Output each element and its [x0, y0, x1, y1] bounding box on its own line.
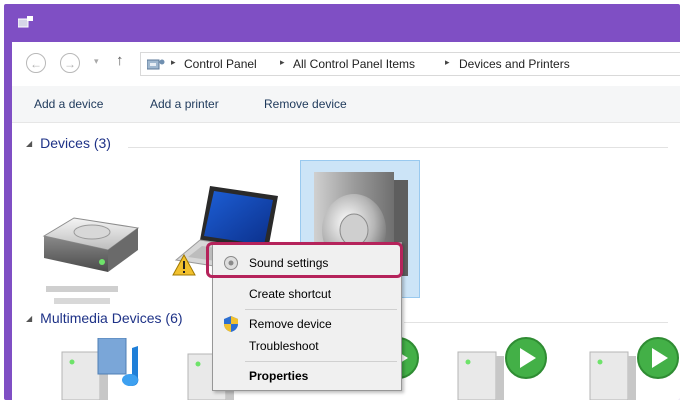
breadcrumb-control-panel[interactable]: Control Panel: [184, 57, 257, 71]
menu-item-remove-device[interactable]: Remove device: [249, 317, 332, 331]
chevron-right-icon: ▸: [445, 57, 450, 67]
breadcrumb-all-items[interactable]: All Control Panel Items: [293, 57, 415, 71]
group-header-multimedia[interactable]: ◢ Multimedia Devices (6): [26, 310, 183, 326]
warning-icon: [172, 254, 196, 276]
group-label: Multimedia Devices (6): [40, 310, 183, 326]
group-divider: [128, 147, 668, 148]
menu-item-create-shortcut[interactable]: Create shortcut: [249, 287, 331, 301]
remove-device-button[interactable]: Remove device: [264, 97, 347, 111]
address-row: ← → ▾ ↑ ▸ Control Panel ▸ All Control Pa…: [12, 42, 680, 86]
shield-icon: [224, 316, 238, 332]
chevron-right-icon: ▸: [280, 57, 285, 67]
control-panel-icon: [147, 59, 165, 70]
recent-locations-icon[interactable]: ▾: [94, 56, 99, 67]
breadcrumb-devices-printers[interactable]: Devices and Printers: [459, 57, 570, 71]
command-bar: Add a device Add a printer Remove device: [12, 86, 680, 123]
up-arrow-icon[interactable]: ↑: [116, 52, 124, 69]
control-panel-icon: [18, 16, 33, 28]
menu-item-troubleshoot[interactable]: Troubleshoot: [249, 339, 319, 353]
media-player-icon[interactable]: [452, 336, 552, 400]
menu-separator: [245, 309, 397, 310]
add-printer-button[interactable]: Add a printer: [150, 97, 219, 111]
forward-icon[interactable]: →: [60, 53, 80, 73]
group-label: Devices (3): [40, 135, 111, 151]
menu-separator: [245, 361, 397, 362]
device-label-blurred: [46, 286, 118, 292]
group-header-devices[interactable]: ◢ Devices (3): [26, 135, 111, 151]
hard-drive-icon[interactable]: [34, 210, 142, 282]
device-label-blurred: [54, 298, 110, 304]
chevron-right-icon: ▸: [171, 57, 176, 67]
title-bar[interactable]: [4, 4, 680, 42]
menu-item-properties[interactable]: Properties: [249, 369, 308, 383]
collapse-triangle-icon: ◢: [26, 139, 33, 148]
highlight-ring: [206, 242, 403, 278]
group-divider: [404, 322, 668, 323]
window-content: ← → ▾ ↑ ▸ Control Panel ▸ All Control Pa…: [12, 42, 680, 400]
address-bar[interactable]: ▸ Control Panel ▸ All Control Panel Item…: [140, 52, 680, 76]
add-device-button[interactable]: Add a device: [34, 97, 103, 111]
collapse-triangle-icon: ◢: [26, 314, 33, 323]
back-icon[interactable]: ←: [26, 53, 46, 73]
media-player-icon[interactable]: [584, 336, 680, 400]
media-player-icon[interactable]: [58, 338, 154, 400]
window-frame: ← → ▾ ↑ ▸ Control Panel ▸ All Control Pa…: [4, 4, 680, 400]
